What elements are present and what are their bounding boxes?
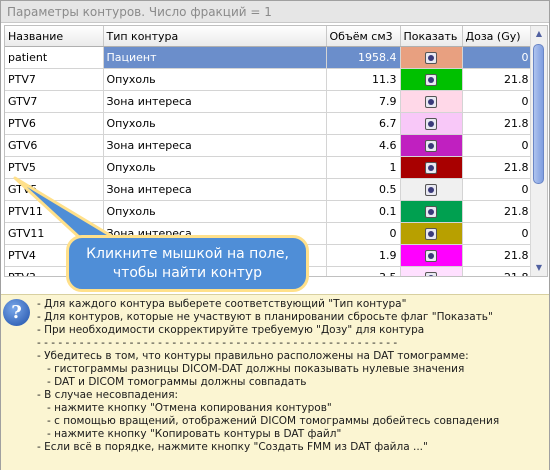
cell-type[interactable]: Пациент bbox=[103, 46, 327, 69]
tooltip-line-2: чтобы найти контур bbox=[112, 265, 263, 281]
cell-dose[interactable]: 21.8 bbox=[462, 200, 533, 223]
help-line: - Убедитесь в том, что контуры правильно… bbox=[37, 350, 469, 362]
cell-dose[interactable]: 21.8 bbox=[462, 112, 533, 135]
cell-name[interactable]: PTV7 bbox=[5, 68, 104, 91]
cell-show-color[interactable] bbox=[400, 156, 463, 179]
cell-volume: 1958.4 bbox=[326, 46, 401, 69]
eye-icon[interactable] bbox=[425, 140, 437, 152]
cell-show-color[interactable] bbox=[400, 134, 463, 157]
cell-dose[interactable]: 21.8 bbox=[462, 266, 533, 276]
scroll-up-icon[interactable]: ▲ bbox=[531, 26, 547, 42]
table-row[interactable]: GTV7 Зона интереса 7.9 0 bbox=[5, 90, 533, 113]
cell-name[interactable]: PTV11 bbox=[5, 200, 104, 223]
help-text: - Для каждого контура выберете соответст… bbox=[37, 298, 499, 454]
help-line: - Для контуров, которые не участвуют в п… bbox=[37, 311, 493, 323]
cell-type[interactable]: Опухоль bbox=[103, 68, 327, 91]
help-line: - с помощью вращений, отображений DICOM … bbox=[37, 415, 500, 427]
cell-show-color[interactable] bbox=[400, 46, 463, 69]
cell-dose[interactable]: 0 bbox=[462, 46, 533, 69]
eye-icon[interactable] bbox=[425, 206, 437, 218]
cell-type[interactable]: Опухоль bbox=[103, 156, 327, 179]
cell-show-color[interactable] bbox=[400, 90, 463, 113]
cell-volume: 1 bbox=[326, 156, 401, 179]
table-row[interactable]: PTV5 Опухоль 1 21.8 bbox=[5, 156, 533, 179]
help-line: - В случае несовпадения: bbox=[37, 389, 179, 401]
help-line: - - - - - - - - - - - - - - - - - - - - … bbox=[37, 337, 398, 349]
cell-show-color[interactable] bbox=[400, 222, 463, 245]
window-title: Параметры контуров. Число фракций = 1 bbox=[1, 1, 549, 23]
help-line: - Если всё в порядке, нажмите кнопку "Со… bbox=[37, 441, 428, 453]
cell-volume: 0.5 bbox=[326, 178, 401, 201]
cell-type[interactable]: Зона интереса bbox=[103, 178, 327, 201]
cell-volume: 3.5 bbox=[326, 266, 401, 276]
cell-volume: 6.7 bbox=[326, 112, 401, 135]
eye-icon[interactable] bbox=[425, 96, 437, 108]
eye-icon[interactable] bbox=[425, 272, 437, 276]
help-line: - DAT и DICOM томограммы должны совпадат… bbox=[37, 376, 307, 388]
column-header-show[interactable]: Показать bbox=[400, 26, 463, 47]
cell-volume: 0 bbox=[326, 222, 401, 245]
help-line: - нажмите кнопку "Отмена копирования кон… bbox=[37, 402, 332, 414]
cell-type[interactable]: Опухоль bbox=[103, 200, 327, 223]
scroll-down-icon[interactable]: ▼ bbox=[531, 260, 547, 276]
cell-name[interactable]: GTV7 bbox=[5, 90, 104, 113]
vertical-scrollbar[interactable]: ▲ ▼ bbox=[530, 26, 547, 276]
question-icon: ? bbox=[3, 299, 30, 326]
cell-show-color[interactable] bbox=[400, 266, 463, 276]
cell-type[interactable]: Зона интереса bbox=[103, 90, 327, 113]
cell-volume: 1.9 bbox=[326, 244, 401, 267]
cell-volume: 7.9 bbox=[326, 90, 401, 113]
table-row[interactable]: PTV11 Опухоль 0.1 21.8 bbox=[5, 200, 533, 223]
cell-show-color[interactable] bbox=[400, 200, 463, 223]
help-line: - Для каждого контура выберете соответст… bbox=[37, 298, 407, 310]
column-header-type[interactable]: Тип контура bbox=[103, 26, 327, 47]
help-line: - нажмите кнопку "Копировать контуры в D… bbox=[37, 428, 342, 440]
column-header-volume[interactable]: Объём см3 bbox=[326, 26, 401, 47]
table-row[interactable]: PTV7 Опухоль 11.3 21.8 bbox=[5, 68, 533, 91]
eye-icon[interactable] bbox=[425, 162, 437, 174]
scrollbar-thumb[interactable] bbox=[533, 44, 544, 184]
cell-dose[interactable]: 21.8 bbox=[462, 68, 533, 91]
cell-name[interactable]: GTV6 bbox=[5, 134, 104, 157]
table-row[interactable]: patient Пациент 1958.4 0 bbox=[5, 46, 533, 69]
cell-volume: 0.1 bbox=[326, 200, 401, 223]
eye-icon[interactable] bbox=[425, 74, 437, 86]
table-row[interactable]: GTV5 Зона интереса 0.5 0 bbox=[5, 178, 533, 201]
column-header-dose[interactable]: Доза (Gy) bbox=[462, 26, 533, 47]
cell-dose[interactable]: 0 bbox=[462, 178, 533, 201]
cell-type[interactable]: Опухоль bbox=[103, 112, 327, 135]
eye-icon[interactable] bbox=[425, 250, 437, 262]
cell-volume: 11.3 bbox=[326, 68, 401, 91]
tooltip-balloon: Кликните мышкой на поле, чтобы найти кон… bbox=[66, 235, 309, 292]
cell-type[interactable]: Зона интереса bbox=[103, 134, 327, 157]
cell-show-color[interactable] bbox=[400, 244, 463, 267]
column-header-name[interactable]: Название bbox=[5, 26, 104, 47]
cell-show-color[interactable] bbox=[400, 178, 463, 201]
eye-icon[interactable] bbox=[425, 52, 437, 64]
cell-dose[interactable]: 21.8 bbox=[462, 156, 533, 179]
cell-dose[interactable]: 0 bbox=[462, 90, 533, 113]
cell-name[interactable]: patient bbox=[5, 46, 104, 69]
cell-name[interactable]: GTV5 bbox=[5, 178, 104, 201]
cell-name[interactable]: PTV6 bbox=[5, 112, 104, 135]
cell-show-color[interactable] bbox=[400, 68, 463, 91]
cell-dose[interactable]: 21.8 bbox=[462, 244, 533, 267]
cell-dose[interactable]: 0 bbox=[462, 134, 533, 157]
eye-icon[interactable] bbox=[425, 184, 437, 196]
help-line: - При необходимости скорректируйте требу… bbox=[37, 324, 425, 336]
cell-volume: 4.6 bbox=[326, 134, 401, 157]
eye-icon[interactable] bbox=[425, 118, 437, 130]
help-line: - гистограммы разницы DICOM-DAT должны п… bbox=[37, 363, 465, 375]
cell-name[interactable]: PTV5 bbox=[5, 156, 104, 179]
cell-show-color[interactable] bbox=[400, 112, 463, 135]
table-header: Название Тип контура Объём см3 Показать … bbox=[5, 26, 533, 47]
table-row[interactable]: PTV6 Опухоль 6.7 21.8 bbox=[5, 112, 533, 135]
help-panel: ? - Для каждого контура выберете соответ… bbox=[1, 294, 549, 470]
tooltip-line-1: Кликните мышкой на поле, bbox=[86, 246, 289, 262]
cell-dose[interactable]: 0 bbox=[462, 222, 533, 245]
table-row[interactable]: GTV6 Зона интереса 4.6 0 bbox=[5, 134, 533, 157]
contour-parameters-window: Параметры контуров. Число фракций = 1 На… bbox=[0, 0, 550, 470]
eye-icon[interactable] bbox=[425, 228, 437, 240]
